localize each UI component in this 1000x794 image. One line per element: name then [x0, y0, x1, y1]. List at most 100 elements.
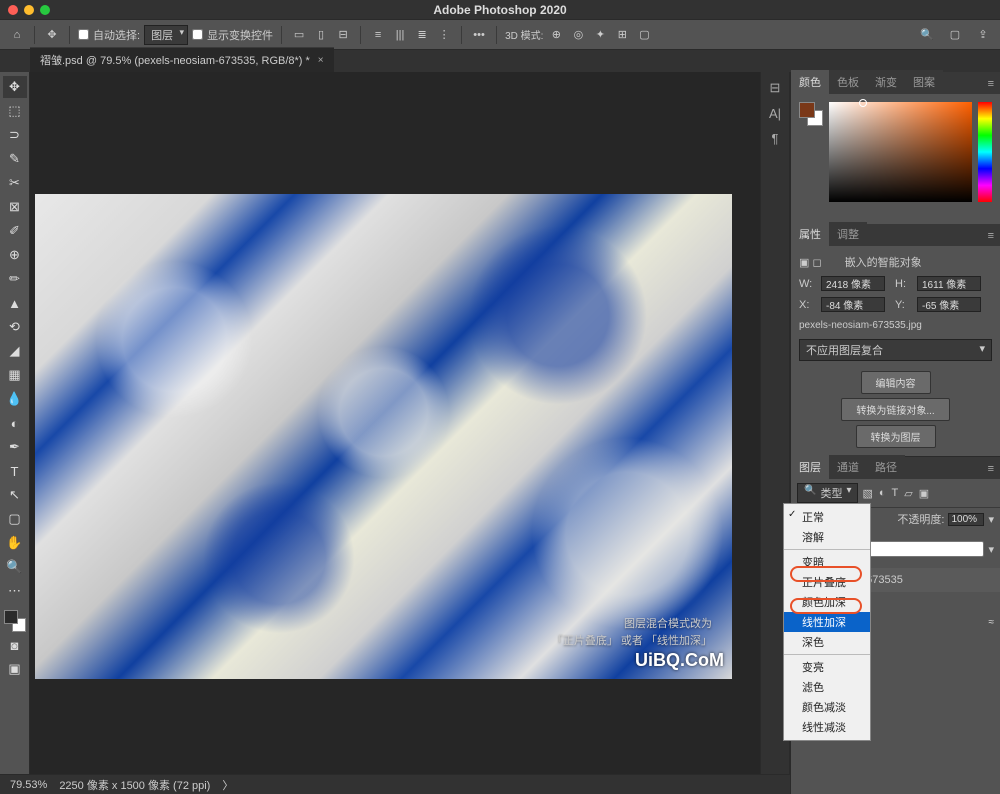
- color-swatch[interactable]: [4, 610, 26, 632]
- distribute-icon[interactable]: ⋮: [435, 26, 453, 44]
- tab-patterns[interactable]: 图案: [905, 70, 943, 94]
- layer-comp-dropdown[interactable]: 不应用图层复合▾: [799, 339, 992, 361]
- tab-swatches[interactable]: 色板: [829, 70, 867, 94]
- auto-select-checkbox[interactable]: 自动选择:: [78, 27, 140, 43]
- maximize-icon[interactable]: [40, 5, 50, 15]
- filter-shape-icon[interactable]: ▱: [904, 487, 912, 500]
- screen-mode-icon[interactable]: ▣: [3, 658, 27, 680]
- tab-properties[interactable]: 属性: [791, 222, 829, 246]
- more-icon[interactable]: •••: [470, 26, 488, 44]
- dodge-tool[interactable]: ◐: [3, 412, 27, 434]
- workspace-icon[interactable]: ▢: [946, 26, 964, 44]
- color-field[interactable]: [829, 102, 972, 202]
- filter-smart-icon[interactable]: ▣: [919, 487, 929, 500]
- filter-type-icon[interactable]: T: [892, 487, 899, 500]
- distribute-icon[interactable]: ≣: [413, 26, 431, 44]
- share-icon[interactable]: ⇪: [974, 26, 992, 44]
- hand-tool[interactable]: ✋: [3, 532, 27, 554]
- gradient-tool[interactable]: ▦: [3, 364, 27, 386]
- blend-multiply[interactable]: 正片叠底: [784, 572, 870, 592]
- type-tool[interactable]: T: [3, 460, 27, 482]
- edit-contents-button[interactable]: 编辑内容: [861, 371, 931, 394]
- linked-file[interactable]: pexels-neosiam-673535.jpg: [799, 318, 992, 333]
- quick-mask-icon[interactable]: ◙: [3, 634, 27, 656]
- zoom-level[interactable]: 79.53%: [10, 779, 47, 791]
- 3d-icon[interactable]: ◎: [569, 26, 587, 44]
- color-swatch[interactable]: [799, 102, 823, 126]
- crop-tool[interactable]: ✂: [3, 172, 27, 194]
- blend-screen[interactable]: 滤色: [784, 677, 870, 697]
- edit-toolbar[interactable]: ⋯: [3, 580, 27, 602]
- move-tool-icon[interactable]: ✥: [43, 26, 61, 44]
- tab-color[interactable]: 颜色: [791, 70, 829, 94]
- opacity-input[interactable]: [948, 513, 984, 526]
- blur-tool[interactable]: 💧: [3, 388, 27, 410]
- panel-icon[interactable]: A|: [769, 106, 781, 121]
- stamp-tool[interactable]: ▲: [3, 292, 27, 314]
- align-icon[interactable]: ⊟: [334, 26, 352, 44]
- 3d-icon[interactable]: ⊞: [613, 26, 631, 44]
- status-arrow-icon[interactable]: 〉: [222, 777, 233, 793]
- filter-adjust-icon[interactable]: ◐: [879, 487, 886, 500]
- panel-icon[interactable]: ⊟: [770, 80, 781, 96]
- 3d-icon[interactable]: ▢: [635, 26, 653, 44]
- blend-color-burn[interactable]: 颜色加深: [784, 592, 870, 612]
- brush-tool[interactable]: ✏: [3, 268, 27, 290]
- panel-icon[interactable]: ¶: [772, 131, 779, 146]
- 3d-icon[interactable]: ✦: [591, 26, 609, 44]
- shape-tool[interactable]: ▢: [3, 508, 27, 530]
- show-transform-checkbox[interactable]: 显示变换控件: [192, 27, 273, 43]
- document-tab[interactable]: 褶皱.psd @ 79.5% (pexels-neosiam-673535, R…: [30, 47, 334, 72]
- eyedropper-tool[interactable]: ✐: [3, 220, 27, 242]
- frame-tool[interactable]: ⊠: [3, 196, 27, 218]
- home-icon[interactable]: ⌂: [8, 26, 26, 44]
- convert-linked-button[interactable]: 转换为链接对象...: [841, 398, 949, 421]
- align-icon[interactable]: ▭: [290, 26, 308, 44]
- minimize-icon[interactable]: [24, 5, 34, 15]
- convert-layer-button[interactable]: 转换为图层: [856, 425, 936, 448]
- height-input[interactable]: [917, 276, 981, 291]
- blend-normal[interactable]: 正常: [784, 507, 870, 527]
- move-tool[interactable]: ✥: [3, 76, 27, 98]
- quick-select-tool[interactable]: ✎: [3, 148, 27, 170]
- marquee-tool[interactable]: ⬚: [3, 100, 27, 122]
- tab-adjustments[interactable]: 调整: [829, 222, 867, 246]
- y-input[interactable]: [917, 297, 981, 312]
- tab-layers[interactable]: 图层: [791, 455, 829, 479]
- close-tab-icon[interactable]: ×: [318, 55, 324, 66]
- blend-linear-burn[interactable]: 线性加深: [784, 612, 870, 632]
- blend-color-dodge[interactable]: 颜色减淡: [784, 697, 870, 717]
- blend-darker[interactable]: 深色: [784, 632, 870, 652]
- panel-menu-icon[interactable]: ≡: [982, 74, 1000, 94]
- hue-slider[interactable]: [978, 102, 992, 202]
- tab-paths[interactable]: 路径: [867, 455, 905, 479]
- blend-dissolve[interactable]: 溶解: [784, 527, 870, 547]
- pen-tool[interactable]: ✒: [3, 436, 27, 458]
- path-tool[interactable]: ↖: [3, 484, 27, 506]
- panel-menu-icon[interactable]: ≡: [982, 226, 1000, 246]
- width-input[interactable]: [821, 276, 885, 291]
- close-icon[interactable]: [8, 5, 18, 15]
- filter-pixel-icon[interactable]: ▧: [862, 487, 872, 500]
- distribute-icon[interactable]: ≡: [369, 26, 387, 44]
- zoom-tool[interactable]: 🔍: [3, 556, 27, 578]
- x-input[interactable]: [821, 297, 885, 312]
- align-icon[interactable]: ▯: [312, 26, 330, 44]
- search-icon[interactable]: 🔍: [918, 26, 936, 44]
- blend-lighten[interactable]: 变亮: [784, 657, 870, 677]
- watermark: UiBQ.CoM: [635, 650, 724, 671]
- distribute-icon[interactable]: |||: [391, 26, 409, 44]
- healing-tool[interactable]: ⊕: [3, 244, 27, 266]
- history-brush-tool[interactable]: ⟲: [3, 316, 27, 338]
- filter-type-dropdown[interactable]: 🔍类型 ▾: [797, 483, 858, 503]
- tab-gradients[interactable]: 渐变: [867, 70, 905, 94]
- tab-channels[interactable]: 通道: [829, 455, 867, 479]
- 3d-icon[interactable]: ⊕: [547, 26, 565, 44]
- canvas[interactable]: 图层混合模式改为 「正片叠底」 或者 「线性加深」 UiBQ.CoM: [30, 72, 760, 794]
- eraser-tool[interactable]: ◢: [3, 340, 27, 362]
- blend-linear-dodge[interactable]: 线性减淡: [784, 717, 870, 737]
- blend-darken[interactable]: 变暗: [784, 552, 870, 572]
- lasso-tool[interactable]: ⊃: [3, 124, 27, 146]
- auto-select-dropdown[interactable]: 图层: [144, 25, 188, 45]
- panel-menu-icon[interactable]: ≡: [982, 459, 1000, 479]
